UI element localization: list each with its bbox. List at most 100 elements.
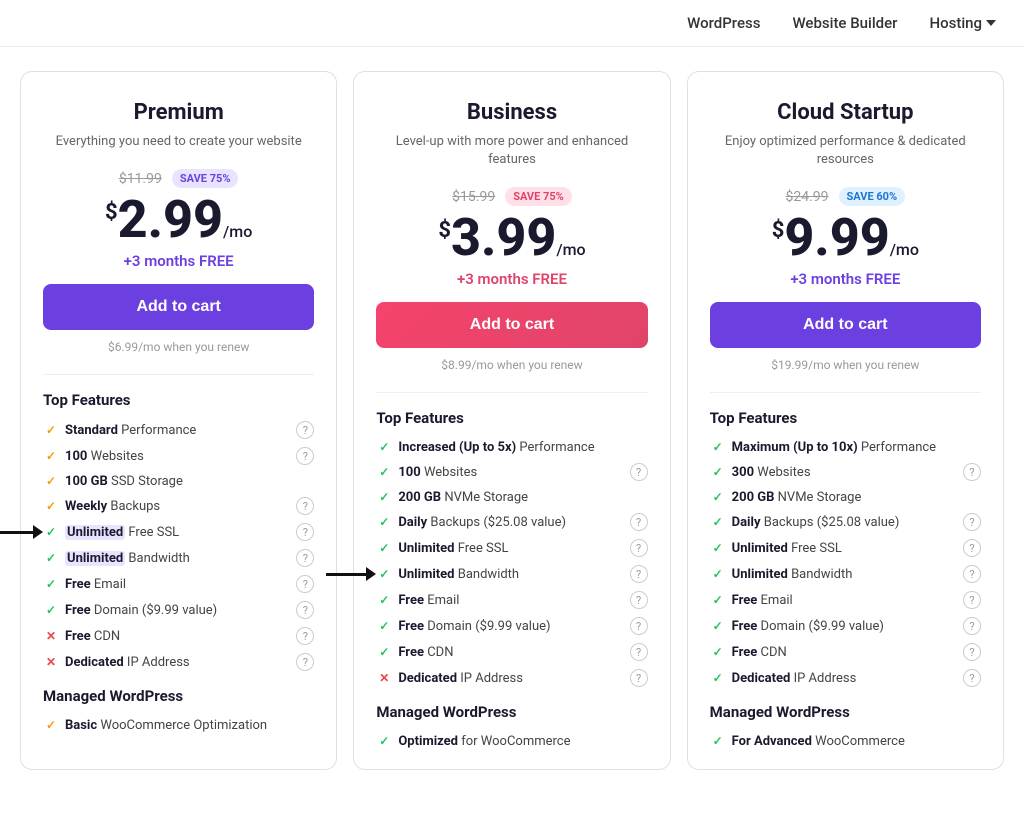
feature-bold: Unlimited bbox=[732, 541, 788, 556]
feature-rest: Bandwidth bbox=[455, 567, 520, 582]
info-icon[interactable]: ? bbox=[630, 643, 648, 661]
renew-text: $19.99/mo when you renew bbox=[710, 358, 981, 372]
feature-rest: CDN bbox=[757, 645, 787, 660]
check-icon: ✓ bbox=[710, 464, 726, 480]
info-icon[interactable]: ? bbox=[963, 565, 981, 583]
info-icon[interactable]: ? bbox=[296, 575, 314, 593]
original-price: $15.99 bbox=[452, 189, 495, 205]
info-icon[interactable]: ? bbox=[296, 549, 314, 567]
nav-item-website-builder[interactable]: Website Builder bbox=[792, 14, 897, 32]
info-icon[interactable]: ? bbox=[963, 539, 981, 557]
check-icon: ✓ bbox=[43, 717, 59, 733]
feature-bold: Dedicated bbox=[65, 655, 124, 670]
feature-bold: Free bbox=[732, 619, 758, 634]
feature-item: ✓Unlimited Bandwidth? bbox=[710, 565, 981, 583]
info-icon[interactable]: ? bbox=[630, 591, 648, 609]
check-icon: ✓ bbox=[376, 489, 392, 505]
feature-bold: Increased (Up to 5x) bbox=[398, 440, 516, 455]
feature-item: ✓Daily Backups ($25.08 value)? bbox=[376, 513, 647, 531]
managed-section: Managed WordPress✓For Advanced WooCommer… bbox=[710, 703, 981, 749]
info-icon[interactable]: ? bbox=[963, 643, 981, 661]
add-to-cart-button[interactable]: Add to cart bbox=[710, 302, 981, 348]
feature-bold: Unlimited bbox=[65, 525, 125, 540]
info-icon[interactable]: ? bbox=[296, 421, 314, 439]
feature-bold: Free bbox=[732, 645, 758, 660]
add-to-cart-button[interactable]: Add to cart bbox=[43, 284, 314, 330]
managed-feature-list: ✓Basic WooCommerce Optimization bbox=[43, 717, 314, 733]
feature-item: ✓Maximum (Up to 10x) Performance bbox=[710, 439, 981, 455]
feature-text: Free Email bbox=[65, 577, 126, 592]
feature-bold: Weekly bbox=[65, 499, 107, 514]
check-icon: ✓ bbox=[376, 644, 392, 660]
info-icon[interactable]: ? bbox=[630, 669, 648, 687]
feature-item: ✓100 Websites? bbox=[376, 463, 647, 481]
save-badge: SAVE 75% bbox=[172, 169, 239, 188]
features-title: Top Features bbox=[376, 409, 647, 427]
feature-item: ✓Free Domain ($9.99 value)? bbox=[376, 617, 647, 635]
feature-item: ✓Weekly Backups? bbox=[43, 497, 314, 515]
original-price: $11.99 bbox=[119, 171, 162, 187]
feature-bold: Free bbox=[732, 593, 758, 608]
add-to-cart-button[interactable]: Add to cart bbox=[376, 302, 647, 348]
price-row: $15.99SAVE 75% bbox=[376, 187, 647, 206]
check-icon: ✓ bbox=[376, 592, 392, 608]
check-icon: ✓ bbox=[710, 670, 726, 686]
check-icon: ✓ bbox=[43, 576, 59, 592]
nav-item-wordpress[interactable]: WordPress bbox=[687, 14, 760, 32]
feature-rest: Performance bbox=[858, 440, 936, 455]
price-mo: /mo bbox=[223, 222, 252, 241]
plan-subtitle: Level-up with more power and enhanced fe… bbox=[376, 133, 647, 169]
feature-item: ✕Dedicated IP Address? bbox=[43, 653, 314, 671]
feature-item: ✕Dedicated IP Address? bbox=[376, 669, 647, 687]
feature-bold: Dedicated bbox=[732, 671, 791, 686]
info-icon[interactable]: ? bbox=[296, 523, 314, 541]
info-icon[interactable]: ? bbox=[963, 463, 981, 481]
plan-subtitle: Everything you need to create your websi… bbox=[43, 133, 314, 151]
info-icon[interactable]: ? bbox=[963, 669, 981, 687]
managed-feature-rest: for WooCommerce bbox=[458, 734, 571, 749]
info-icon[interactable]: ? bbox=[963, 513, 981, 531]
chevron-down-icon bbox=[986, 20, 996, 26]
check-icon: ✓ bbox=[376, 618, 392, 634]
managed-feature-text: For Advanced WooCommerce bbox=[732, 734, 905, 749]
info-icon[interactable]: ? bbox=[296, 601, 314, 619]
plan-title: Business bbox=[376, 100, 647, 125]
managed-feature-item: ✓Optimized for WooCommerce bbox=[376, 733, 647, 749]
info-icon[interactable]: ? bbox=[630, 539, 648, 557]
nav-item-hosting[interactable]: Hosting bbox=[929, 14, 996, 32]
cross-icon: ✕ bbox=[43, 654, 59, 670]
managed-section: Managed WordPress✓Optimized for WooComme… bbox=[376, 703, 647, 749]
feature-item: ✓Increased (Up to 5x) Performance bbox=[376, 439, 647, 455]
check-icon: ✓ bbox=[710, 618, 726, 634]
feature-text: Increased (Up to 5x) Performance bbox=[398, 440, 594, 455]
feature-item: ✓Unlimited Free SSL? bbox=[43, 523, 314, 541]
info-icon[interactable]: ? bbox=[296, 653, 314, 671]
feature-text: 300 Websites bbox=[732, 465, 811, 480]
info-icon[interactable]: ? bbox=[963, 591, 981, 609]
feature-bold: 200 GB bbox=[398, 490, 441, 505]
check-icon: ✓ bbox=[710, 733, 726, 749]
features-title: Top Features bbox=[710, 409, 981, 427]
feature-rest: Bandwidth bbox=[788, 567, 853, 582]
info-icon[interactable]: ? bbox=[963, 617, 981, 635]
managed-feature-item: ✓ For Advanced WooCommerce bbox=[710, 733, 981, 749]
feature-item: ✓Unlimited Free SSL? bbox=[710, 539, 981, 557]
info-icon[interactable]: ? bbox=[296, 497, 314, 515]
info-icon[interactable]: ? bbox=[630, 463, 648, 481]
current-price: $3.99/mo bbox=[376, 212, 647, 264]
managed-title: Managed WordPress bbox=[43, 687, 314, 705]
feature-rest: Performance bbox=[118, 423, 196, 438]
info-icon[interactable]: ? bbox=[296, 447, 314, 465]
feature-rest: Email bbox=[91, 577, 126, 592]
feature-item: ✓Unlimited Free SSL? bbox=[376, 539, 647, 557]
check-icon: ✓ bbox=[376, 540, 392, 556]
info-icon[interactable]: ? bbox=[630, 513, 648, 531]
info-icon[interactable]: ? bbox=[630, 565, 648, 583]
features-title: Top Features bbox=[43, 391, 314, 409]
feature-rest: Free SSL bbox=[125, 525, 179, 540]
managed-feature-bold: Basic bbox=[65, 718, 97, 733]
months-free-label: +3 months FREE bbox=[710, 270, 981, 288]
info-icon[interactable]: ? bbox=[296, 627, 314, 645]
feature-rest: Websites bbox=[87, 449, 143, 464]
info-icon[interactable]: ? bbox=[630, 617, 648, 635]
